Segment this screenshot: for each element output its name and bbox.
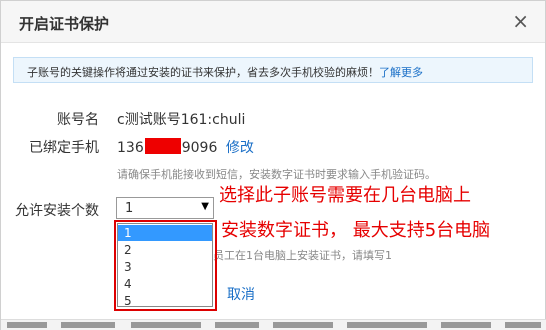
learn-more-link[interactable]: 了解更多 xyxy=(379,66,423,79)
modify-phone-link[interactable]: 修改 xyxy=(226,140,254,156)
annotation-line-1: 选择此子账号需要在几台电脑上 xyxy=(219,185,471,206)
notice-text: 子账号的关键操作将通过安装的证书来保护，省去多次手机校验的麻烦！ xyxy=(27,66,379,79)
cancel-button[interactable]: 取消 xyxy=(227,284,255,304)
close-icon[interactable]: × xyxy=(512,11,529,31)
phone-label: 已绑定手机 xyxy=(29,140,99,156)
annotation-line-2: 安装数字证书， 最大支持5台电脑 xyxy=(221,220,491,241)
account-value: c测试账号161:chuli xyxy=(117,112,246,128)
phone-hint: 请确保手机能接收到短信，安装数字证书时要求输入手机验证码。 xyxy=(117,168,436,181)
dialog-titlebar: 开启证书保护 × xyxy=(1,1,545,43)
info-notice: 子账号的关键操作将通过安装的证书来保护，省去多次手机校验的麻烦！了解更多 xyxy=(13,57,533,83)
dialog-title: 开启证书保护 xyxy=(19,15,110,33)
certificate-protection-dialog: 开启证书保护 × 子账号的关键操作将通过安装的证书来保护，省去多次手机校验的麻烦… xyxy=(0,0,546,330)
account-label: 账号名 xyxy=(57,112,99,128)
install-count-select[interactable]: 1 ▼ xyxy=(116,197,214,219)
bottom-strip xyxy=(1,319,546,330)
redaction-block xyxy=(144,138,181,154)
annotation-outline xyxy=(114,220,217,311)
dropdown-arrow-icon[interactable]: ▼ xyxy=(201,201,209,212)
install-hint: 员工在1台电脑上安装证书，请填写1 xyxy=(213,249,392,262)
install-count-label: 允许安装个数 xyxy=(15,203,99,219)
phone-prefix: 136 xyxy=(117,140,144,156)
select-current-value: 1 xyxy=(125,201,134,216)
phone-value: 136 9096 修改 xyxy=(117,137,254,157)
phone-suffix: 9096 xyxy=(181,140,218,156)
